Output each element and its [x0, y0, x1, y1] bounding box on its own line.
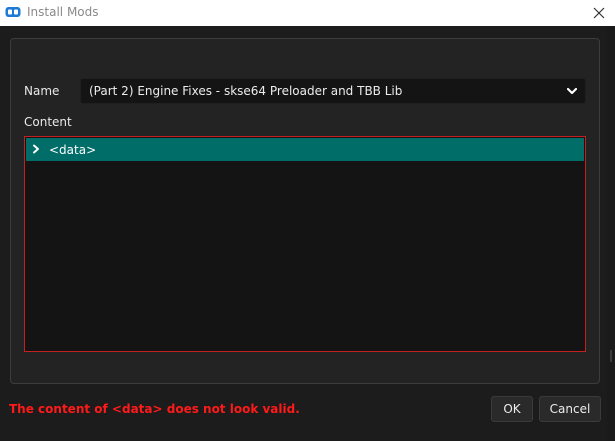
ok-button[interactable]: OK: [491, 396, 533, 422]
chevron-right-icon[interactable]: [32, 144, 40, 154]
name-label: Name: [24, 84, 60, 98]
validation-error-message: The content of <data> does not look vali…: [9, 402, 300, 416]
close-icon[interactable]: [589, 3, 609, 23]
mod-organizer-icon: [5, 7, 21, 17]
background-window-edge: [607, 26, 615, 441]
window-title: Install Mods: [27, 5, 99, 19]
name-combobox-value: (Part 2) Engine Fixes - skse64 Preloader…: [89, 84, 403, 98]
content-label: Content: [24, 115, 72, 129]
title-bar: Install Mods: [0, 0, 615, 26]
name-combobox[interactable]: (Part 2) Engine Fixes - skse64 Preloader…: [80, 78, 586, 104]
install-mods-dialog: Install Mods Name (Part 2) Engine Fixes …: [0, 0, 615, 441]
tree-item[interactable]: <data>: [26, 138, 584, 161]
content-tree[interactable]: <data>: [24, 136, 586, 352]
cancel-button[interactable]: Cancel: [539, 396, 601, 422]
tree-item-label: <data>: [49, 143, 97, 157]
background-scrollbar-thumb: [610, 350, 612, 362]
chevron-down-icon: [567, 87, 577, 95]
